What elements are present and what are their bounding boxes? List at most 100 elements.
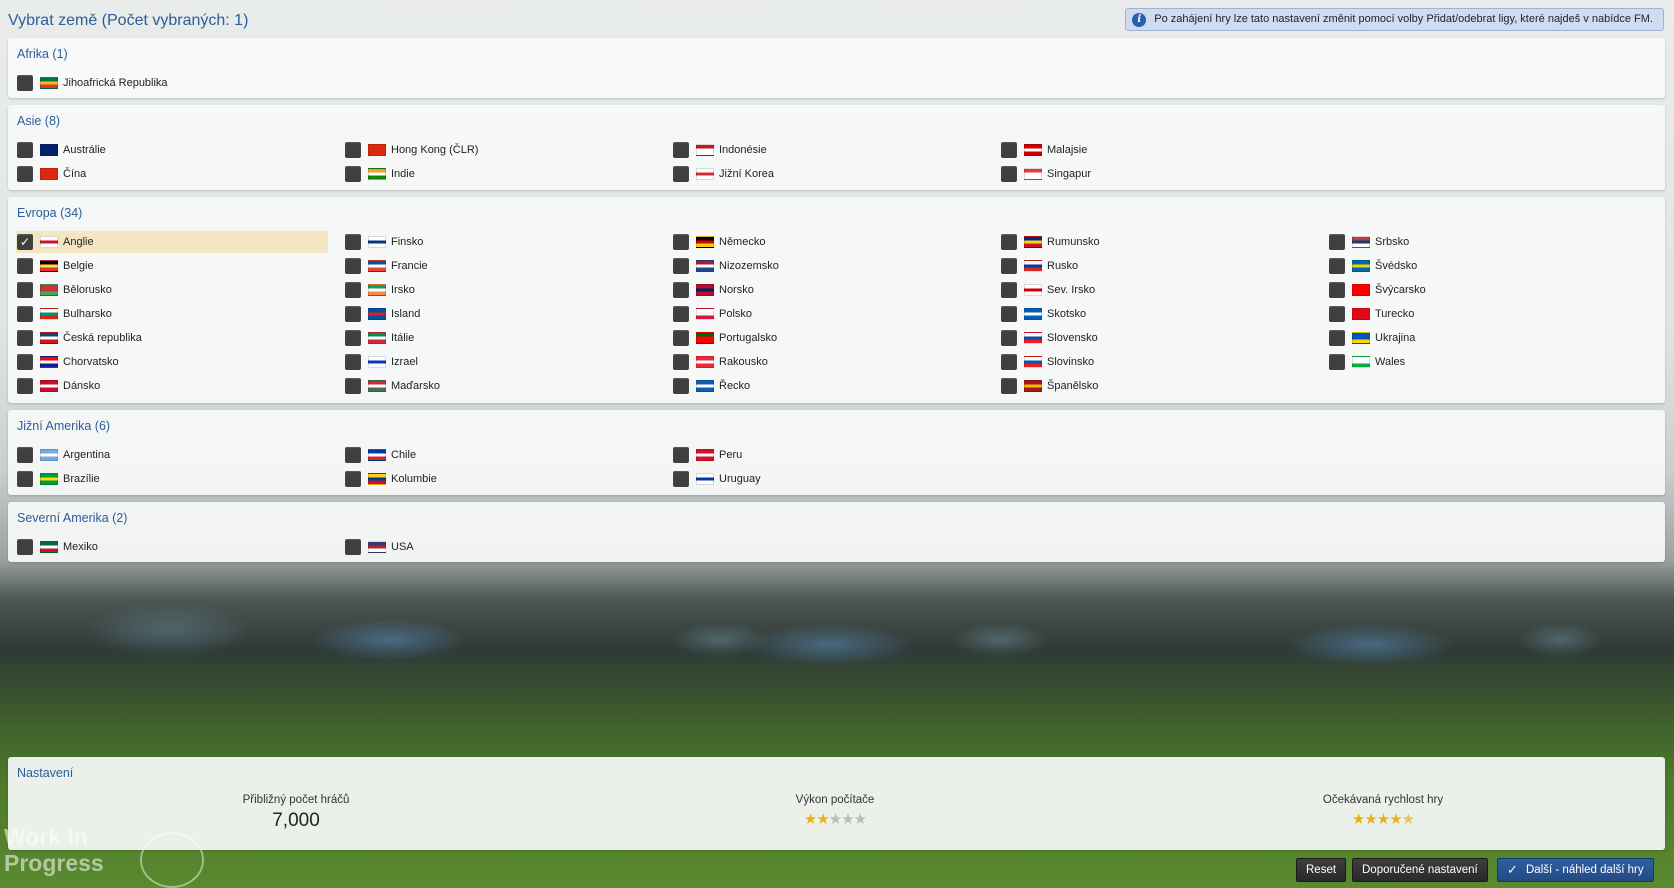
country-checkbox[interactable]: [1001, 282, 1017, 298]
country-checkbox[interactable]: [17, 306, 33, 322]
country-item[interactable]: Finsko: [344, 231, 656, 253]
country-checkbox[interactable]: [345, 471, 361, 487]
country-item[interactable]: Norsko: [672, 279, 984, 301]
country-checkbox[interactable]: [1329, 330, 1345, 346]
country-checkbox[interactable]: [17, 282, 33, 298]
country-checkbox[interactable]: [673, 354, 689, 370]
country-item[interactable]: Chorvatsko: [16, 351, 328, 373]
country-item[interactable]: ✓ Anglie: [16, 231, 328, 253]
country-item[interactable]: Španělsko: [1000, 375, 1312, 397]
country-checkbox[interactable]: [1329, 282, 1345, 298]
country-checkbox[interactable]: [1001, 258, 1017, 274]
country-checkbox[interactable]: [17, 330, 33, 346]
country-checkbox[interactable]: [1001, 378, 1017, 394]
country-item[interactable]: Turecko: [1328, 303, 1640, 325]
country-checkbox[interactable]: [17, 142, 33, 158]
country-item[interactable]: Jižní Korea: [672, 163, 984, 185]
country-item[interactable]: Švédsko: [1328, 255, 1640, 277]
country-item[interactable]: Sev. Irsko: [1000, 279, 1312, 301]
country-item[interactable]: Hong Kong (ČLR): [344, 139, 656, 161]
country-checkbox[interactable]: [17, 166, 33, 182]
country-item[interactable]: Indie: [344, 163, 656, 185]
country-item[interactable]: Švýcarsko: [1328, 279, 1640, 301]
country-item[interactable]: Wales: [1328, 351, 1640, 373]
country-checkbox[interactable]: [673, 378, 689, 394]
country-item[interactable]: Francie: [344, 255, 656, 277]
country-item[interactable]: Austrálie: [16, 139, 328, 161]
country-checkbox[interactable]: [17, 258, 33, 274]
country-checkbox[interactable]: [1329, 354, 1345, 370]
country-item[interactable]: Ukrajina: [1328, 327, 1640, 349]
country-item[interactable]: Brazílie: [16, 468, 328, 490]
country-checkbox[interactable]: [673, 330, 689, 346]
country-checkbox[interactable]: [345, 142, 361, 158]
country-checkbox[interactable]: [17, 378, 33, 394]
country-checkbox[interactable]: [345, 282, 361, 298]
country-checkbox[interactable]: [17, 539, 33, 555]
country-item[interactable]: Jihoafrická Republika: [16, 72, 328, 94]
country-checkbox[interactable]: [345, 306, 361, 322]
country-item[interactable]: Mexiko: [16, 536, 328, 558]
country-item[interactable]: Izrael: [344, 351, 656, 373]
country-checkbox[interactable]: [1329, 258, 1345, 274]
country-item[interactable]: Maďarsko: [344, 375, 656, 397]
country-checkbox[interactable]: [1001, 166, 1017, 182]
country-item[interactable]: Island: [344, 303, 656, 325]
country-item[interactable]: Slovinsko: [1000, 351, 1312, 373]
country-item[interactable]: Rumunsko: [1000, 231, 1312, 253]
country-item[interactable]: Kolumbie: [344, 468, 656, 490]
country-item[interactable]: Singapur: [1000, 163, 1312, 185]
country-checkbox[interactable]: [673, 258, 689, 274]
country-item[interactable]: Uruguay: [672, 468, 984, 490]
country-checkbox[interactable]: [345, 378, 361, 394]
country-checkbox[interactable]: [1329, 234, 1345, 250]
country-checkbox[interactable]: [673, 282, 689, 298]
next-button[interactable]: ✓ Další - náhled další hry: [1497, 858, 1654, 882]
country-checkbox[interactable]: [345, 330, 361, 346]
country-item[interactable]: Itálie: [344, 327, 656, 349]
reset-button[interactable]: Reset: [1296, 858, 1347, 882]
recommended-settings-button[interactable]: Doporučené nastavení: [1352, 858, 1488, 882]
country-item[interactable]: Malajsie: [1000, 139, 1312, 161]
country-checkbox[interactable]: [1001, 234, 1017, 250]
country-checkbox[interactable]: [17, 75, 33, 91]
country-item[interactable]: Portugalsko: [672, 327, 984, 349]
country-item[interactable]: Skotsko: [1000, 303, 1312, 325]
country-item[interactable]: Peru: [672, 444, 984, 466]
country-item[interactable]: Čína: [16, 163, 328, 185]
country-item[interactable]: Slovensko: [1000, 327, 1312, 349]
country-item[interactable]: Srbsko: [1328, 231, 1640, 253]
country-checkbox[interactable]: [673, 447, 689, 463]
country-item[interactable]: Irsko: [344, 279, 656, 301]
country-checkbox[interactable]: [345, 166, 361, 182]
country-checkbox[interactable]: [673, 142, 689, 158]
country-item[interactable]: Belgie: [16, 255, 328, 277]
country-item[interactable]: Polsko: [672, 303, 984, 325]
country-item[interactable]: Německo: [672, 231, 984, 253]
country-checkbox[interactable]: [673, 306, 689, 322]
country-checkbox[interactable]: [345, 447, 361, 463]
country-checkbox[interactable]: [345, 539, 361, 555]
country-checkbox[interactable]: [17, 471, 33, 487]
country-item[interactable]: Indonésie: [672, 139, 984, 161]
country-checkbox[interactable]: [1001, 306, 1017, 322]
country-item[interactable]: Rakousko: [672, 351, 984, 373]
country-checkbox[interactable]: [17, 354, 33, 370]
country-item[interactable]: Dánsko: [16, 375, 328, 397]
country-checkbox[interactable]: [673, 471, 689, 487]
country-checkbox[interactable]: [345, 354, 361, 370]
country-checkbox[interactable]: [673, 234, 689, 250]
country-item[interactable]: Rusko: [1000, 255, 1312, 277]
country-item[interactable]: Bělorusko: [16, 279, 328, 301]
country-checkbox[interactable]: [345, 234, 361, 250]
country-checkbox[interactable]: [1001, 330, 1017, 346]
country-checkbox[interactable]: [1329, 306, 1345, 322]
country-item[interactable]: USA: [344, 536, 656, 558]
country-item[interactable]: Chile: [344, 444, 656, 466]
country-item[interactable]: Česká republika: [16, 327, 328, 349]
country-checkbox[interactable]: [1001, 354, 1017, 370]
country-checkbox[interactable]: [345, 258, 361, 274]
country-item[interactable]: Nizozemsko: [672, 255, 984, 277]
country-checkbox[interactable]: [673, 166, 689, 182]
country-item[interactable]: Bulharsko: [16, 303, 328, 325]
